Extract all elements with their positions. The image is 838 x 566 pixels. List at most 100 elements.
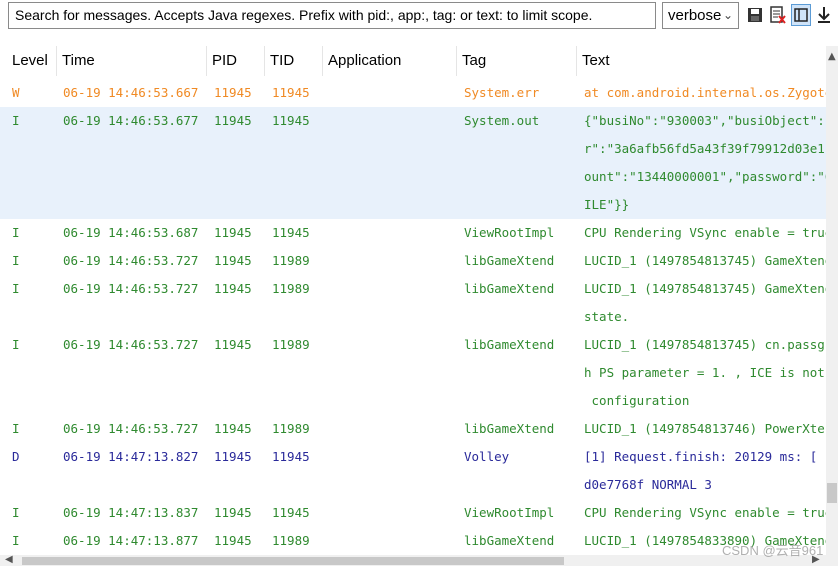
log-tid-cell: 11989 [272,281,310,296]
log-text-line: h PS parameter = 1. , ICE is not s [584,365,826,380]
log-pid-cell: 11945 [214,85,252,100]
log-text-line: CPU Rendering VSync enable = true [584,225,826,240]
log-text-line: [1] Request.finish: 20129 ms: [ ] [584,449,826,464]
log-text-cell: LUCID_1 (1497854813745) GameXtend [584,247,826,275]
log-tag-cell: libGameXtend [464,281,555,296]
log-text-line: {"busiNo":"930003","busiObject":{" [584,113,826,128]
log-application-cell [330,275,458,303]
log-application-cell [330,331,458,359]
log-application-cell [330,107,458,135]
log-tag-cell: Volley [464,449,510,464]
log-level-cell: I [12,337,20,352]
log-pid-cell: 11945 [214,281,252,296]
log-pid-cell: 11945 [214,421,252,436]
chevron-down-icon: ⌄ [722,8,733,22]
column-tag[interactable]: Tag [457,46,577,76]
log-text-cell: LUCID_1 (1497854813746) PowerXtend [584,415,826,443]
log-time-cell: 06-19 14:47:13.837 [63,505,199,520]
log-tag-cell: libGameXtend [464,421,555,436]
horizontal-scroll-thumb[interactable] [22,557,564,565]
log-time-cell: 06-19 14:47:13.877 [63,533,199,548]
toggle-panel-icon[interactable] [791,4,811,26]
log-time-cell: 06-19 14:46:53.727 [63,281,199,296]
log-row[interactable]: D 06-19 14:47:13.827 11945 11945 Volley [1] R… [0,443,826,499]
log-level-dropdown[interactable]: verbose ⌄ [662,2,739,29]
column-text[interactable]: Text [577,46,826,76]
log-application-cell [330,219,458,247]
log-row[interactable]: I 06-19 14:47:13.877 11945 11989 libGameXten… [0,527,826,555]
log-pid-cell: 11945 [214,533,252,548]
log-time-cell: 06-19 14:46:53.727 [63,421,199,436]
log-pid-cell: 11945 [214,225,252,240]
log-application-cell [330,247,458,275]
log-text-line: state. [584,309,630,324]
vertical-scrollbar[interactable]: ▲ [826,46,838,555]
column-pid[interactable]: PID [207,46,265,76]
log-tag-cell: libGameXtend [464,337,555,352]
scroll-up-icon[interactable]: ▲ [828,51,836,62]
log-text-line: LUCID_1 (1497854813745) cn.passgua [584,337,826,352]
column-application[interactable]: Application [323,46,457,76]
log-row[interactable]: I 06-19 14:46:53.677 11945 11945 System.out {… [0,107,826,219]
log-tid-cell: 11989 [272,421,310,436]
log-text-line: ILE"}} [584,197,630,212]
log-level-cell: I [12,225,20,240]
log-pid-cell: 11945 [214,505,252,520]
log-text-cell: LUCID_1 (1497854813745) cn.passgua h PS p… [584,331,826,415]
log-text-line: at com.android.internal.os.ZygoteIn [584,85,826,100]
watermark: CSDN @云音961 [722,543,824,558]
log-time-cell: 06-19 14:46:53.727 [63,253,199,268]
log-text-line: CPU Rendering VSync enable = true [584,505,826,520]
log-level-cell: I [12,253,20,268]
log-row[interactable]: I 06-19 14:46:53.727 11945 11989 libGameXten… [0,331,826,415]
log-pid-cell: 11945 [214,253,252,268]
log-tag-cell: libGameXtend [464,533,555,548]
column-time[interactable]: Time [57,46,207,76]
log-level-cell: I [12,113,20,128]
log-tid-cell: 11989 [272,253,310,268]
log-row[interactable]: I 06-19 14:47:13.837 11945 11945 ViewRootImp… [0,499,826,527]
log-text-cell: {"busiNo":"930003","busiObject":{" r":"3a… [584,107,826,219]
log-tid-cell: 11945 [272,113,310,128]
log-level-cell: W [12,85,20,100]
log-text-cell: at com.android.internal.os.ZygoteIn [584,79,826,107]
clear-log-icon[interactable] [768,4,788,26]
horizontal-scrollbar[interactable]: ◀ ▶ [0,554,838,566]
log-row[interactable]: I 06-19 14:46:53.727 11945 11989 libGameXten… [0,415,826,443]
vertical-scroll-thumb[interactable] [827,483,837,503]
log-row[interactable]: W 06-19 14:46:53.667 11945 11945 System.err a… [0,79,826,107]
log-level-cell: I [12,421,20,436]
log-application-cell [330,527,458,555]
log-level-cell: I [12,505,20,520]
log-text-line: d0e7768f NORMAL 3 [584,477,712,492]
log-tid-cell: 11989 [272,337,310,352]
log-tag-cell: ViewRootImpl [464,505,555,520]
log-row[interactable]: I 06-19 14:46:53.727 11945 11989 libGameXten… [0,275,826,331]
log-time-cell: 06-19 14:47:13.827 [63,449,199,464]
log-application-cell [330,415,458,443]
search-input[interactable]: Search for messages. Accepts Java regexe… [8,2,656,29]
toolbar: Search for messages. Accepts Java regexe… [0,0,838,36]
log-text-line: LUCID_1 (1497854813746) PowerXtend [584,421,826,436]
log-text-line: LUCID_1 (1497854813745) GameXtend [584,253,826,268]
log-text-cell: [1] Request.finish: 20129 ms: [ ] d0e776… [584,443,826,499]
column-tid[interactable]: TID [265,46,323,76]
log-text-line: configuration [584,393,690,408]
log-pid-cell: 11945 [214,449,252,464]
log-text-line: r":"3a6afb56fd5a43f39f79912d03e1b4 [584,141,826,156]
log-level-cell: D [12,449,20,464]
log-tag-cell: System.out [464,113,540,128]
save-icon[interactable] [745,4,765,26]
log-text-line: ount":"13440000001","password":"60 [584,169,826,184]
column-level[interactable]: Level [7,46,57,76]
log-text-line: LUCID_1 (1497854813745) GameXtend [584,281,826,296]
log-tid-cell: 11989 [272,533,310,548]
scroll-to-end-icon[interactable] [814,4,834,26]
scroll-left-icon[interactable]: ◀ [5,554,13,565]
log-tag-cell: ViewRootImpl [464,225,555,240]
log-text-cell: LUCID_1 (1497854813745) GameXtend state. [584,275,826,331]
log-row[interactable]: I 06-19 14:46:53.727 11945 11989 libGameXten… [0,247,826,275]
log-row[interactable]: I 06-19 14:46:53.687 11945 11945 ViewRootImp… [0,219,826,247]
log-pid-cell: 11945 [214,337,252,352]
log-pid-cell: 11945 [214,113,252,128]
